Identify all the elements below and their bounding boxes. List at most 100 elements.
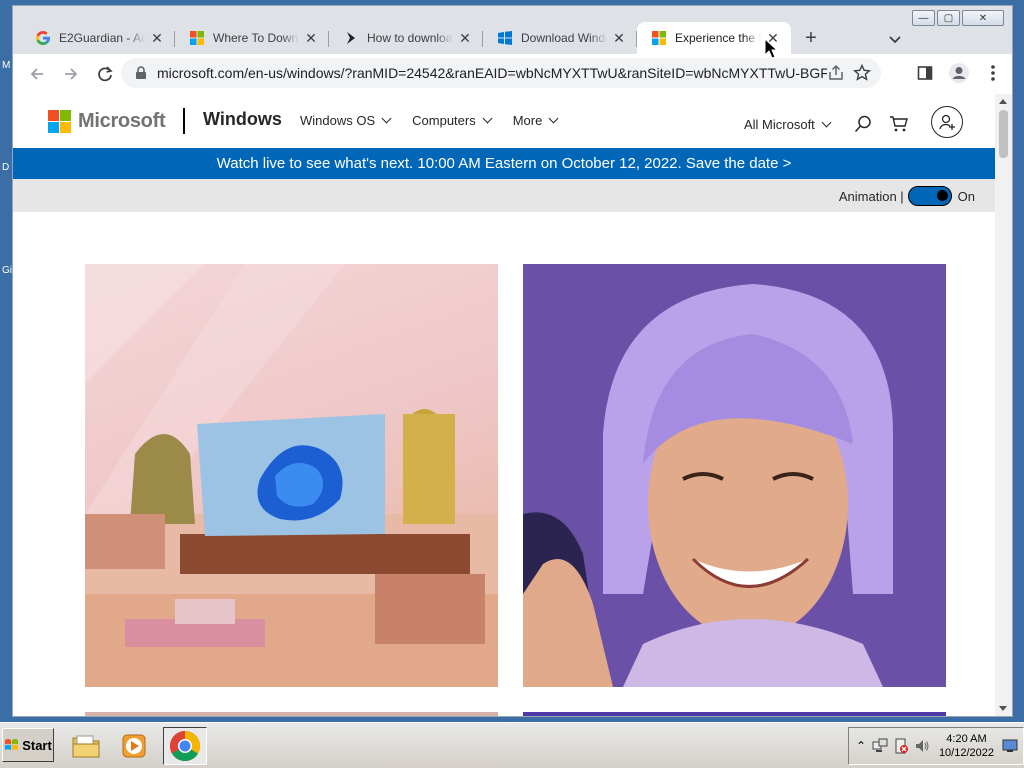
chrome-icon [169,731,201,762]
microsoft-logo[interactable]: Microsoft [48,110,166,133]
smiling-person-image [523,264,946,687]
reload-icon [98,66,113,82]
google-icon [35,30,51,46]
all-microsoft-label: All Microsoft [744,116,815,132]
microsoft-logo-icon [48,110,71,133]
animation-control: Animation | On [839,186,975,206]
scroll-down-icon[interactable] [999,706,1007,711]
page-viewport: Microsoft Windows Windows OS Computers M… [13,94,995,716]
microsoft-icon [189,30,205,46]
browser-toolbar: microsoft.com/en-us/windows/?ranMID=2454… [13,54,1012,94]
toggle-knob [936,190,948,201]
tab-where-to-download[interactable]: Where To Download ✕ [175,22,329,54]
volume-icon[interactable] [914,737,930,755]
brand-name: Microsoft [78,110,166,132]
menu-button[interactable] [978,58,1008,88]
show-desktop-icon[interactable] [1002,737,1018,755]
desktop-icon-label[interactable]: D [2,162,9,173]
clock-time: 4:20 AM [946,733,987,745]
tab-title: How to download Windows [367,31,453,45]
windows-flag-icon [5,739,19,750]
back-button[interactable] [21,58,53,90]
search-icon [854,115,871,133]
start-button[interactable]: Start [2,728,54,762]
nav-label: More [512,113,543,128]
close-tab-icon[interactable]: ✕ [611,30,627,46]
profile-button[interactable] [944,58,974,88]
nav-more[interactable]: More [512,113,559,128]
animation-toggle[interactable] [907,186,952,206]
tab-title: Download Windows [521,31,607,45]
maximize-icon: ▢ [943,12,954,24]
system-clock[interactable]: 4:20 AM 10/12/2022 [939,732,994,760]
action-center-icon[interactable] [893,737,909,755]
nav-windows-os[interactable]: Windows OS [300,113,392,128]
taskbar: Start ⌃ 4:20 AM 10/12/2022 [0,722,1024,768]
taskbar-media-player[interactable] [112,727,156,765]
new-tab-button[interactable]: + [797,24,825,52]
laptop-scene-illustration [85,264,498,687]
search-button[interactable] [852,113,874,135]
nav-computers[interactable]: Computers [412,113,493,128]
kebab-menu-icon [991,65,995,81]
content-tile [523,712,946,716]
system-tray: ⌃ 4:20 AM 10/12/2022 [848,727,1024,765]
product-title[interactable]: Windows [203,109,282,130]
desktop-icon-label[interactable]: M [2,60,10,71]
tab-strip: E2Guardian - Access ✕ Where To Download … [21,20,892,54]
account-button[interactable] [931,106,963,138]
site-header: Microsoft Windows Windows OS Computers M… [13,94,995,148]
chevron-site-icon [343,30,359,46]
windows-icon [497,30,513,46]
start-label: Start [22,737,52,753]
profile-icon [949,63,969,83]
maximize-button[interactable]: ▢ [937,10,960,26]
tab-e2guardian[interactable]: E2Guardian - Access ✕ [21,22,175,54]
content-tile [85,712,498,716]
scroll-up-icon[interactable] [999,99,1007,104]
share-icon[interactable] [827,64,845,82]
lock-icon[interactable] [133,65,149,81]
close-tab-icon[interactable]: ✕ [457,30,473,46]
minimize-button[interactable]: — [912,10,935,26]
arrow-left-icon [30,68,43,80]
animation-state: On [957,188,975,204]
close-window-button[interactable]: ✕ [962,10,1004,26]
nav-label: Computers [412,113,476,128]
reload-button[interactable] [89,58,121,90]
page-scrollbar[interactable] [995,94,1012,716]
close-icon: ✕ [978,12,988,24]
folder-icon [72,735,100,758]
animation-label: Animation | [838,188,904,204]
show-hidden-icons-icon[interactable]: ⌃ [855,737,867,755]
microsoft-icon [651,30,667,46]
address-bar[interactable]: microsoft.com/en-us/windows/?ranMID=2454… [121,58,881,88]
url-text[interactable]: microsoft.com/en-us/windows/?ranMID=2454… [157,65,827,81]
forward-button[interactable] [55,58,87,90]
side-panel-button[interactable] [910,58,940,88]
tab-how-to-download[interactable]: How to download Windows ✕ [329,22,483,54]
tab-title: Experience the Power [675,31,761,45]
chevron-down-icon [889,36,901,44]
tab-search-button[interactable] [883,28,907,52]
toolbar-actions [910,58,1008,88]
banner-text: Watch live to see what's next. 10:00 AM … [216,155,792,172]
tab-download-windows[interactable]: Download Windows ✕ [483,22,637,54]
taskbar-chrome[interactable] [163,727,207,765]
close-tab-icon[interactable]: ✕ [149,30,165,46]
header-actions: All Microsoft [744,113,924,135]
network-icon[interactable] [872,737,888,755]
scrollbar-thumb[interactable] [999,110,1008,158]
taskbar-explorer[interactable] [64,727,108,765]
star-icon[interactable] [853,64,871,82]
window-controls: — ▢ ✕ [912,10,1004,26]
media-player-icon [122,734,146,758]
desktop-icon-label[interactable]: Gi [2,265,12,276]
chevron-down-icon [482,113,493,124]
hero-content [13,212,995,716]
all-microsoft-menu[interactable]: All Microsoft [744,116,832,132]
close-tab-icon[interactable]: ✕ [303,30,319,46]
event-banner-link[interactable]: Watch live to see what's next. 10:00 AM … [13,148,995,179]
header-divider [183,108,185,134]
cart-button[interactable] [888,113,910,135]
